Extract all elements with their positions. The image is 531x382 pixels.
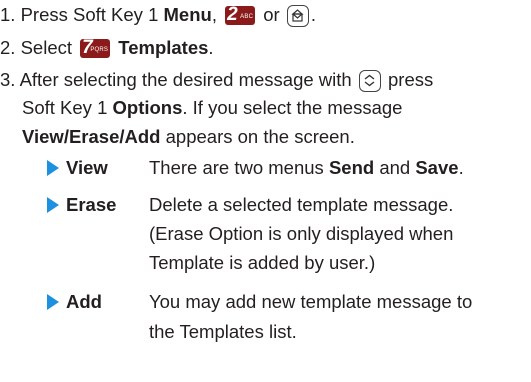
key-digit: 2 [227, 4, 238, 25]
step-1-comma: , [211, 4, 223, 25]
step-3-line-3-b: appears on the screen. [160, 126, 355, 147]
option-desc-erase-3: Template is added by user.) [149, 252, 376, 273]
step-2: 2. Select 7 PQRS Templates. [0, 36, 214, 60]
key-letters: ABC [240, 14, 254, 20]
option-term-erase: Erase [66, 194, 117, 215]
message-envelope-key-icon [286, 5, 309, 27]
bullet-arrow-icon [47, 197, 59, 213]
view-erase-add-label: View/Erase/Add [22, 126, 161, 147]
key-letters: PQRS [90, 47, 109, 53]
option-desc-erase-1: Delete a selected template message. [149, 194, 454, 215]
step-3-line-1: 3. After selecting the desired message w… [0, 68, 433, 92]
step-2-text-a: Select [20, 37, 78, 58]
option-term-add: Add [66, 291, 102, 312]
keypad-7-icon: 7 PQRS [80, 37, 111, 58]
step-3-line-2: Soft Key 1 Options. If you select the me… [22, 96, 402, 120]
step-3-number: 3. [0, 69, 16, 90]
step-1: 1. Press Soft Key 1 Menu, 2 ABC or . [0, 3, 316, 27]
keypad-2-icon: 2 ABC [225, 4, 256, 25]
step-1-number: 1. [0, 4, 16, 25]
step-1-text-a: Press Soft Key 1 [20, 4, 164, 25]
send-label: Send [328, 157, 375, 178]
bullet-arrow-icon [47, 160, 59, 176]
navigation-updown-key-icon [358, 70, 381, 92]
save-label: Save [415, 157, 459, 178]
view-desc-period: . [458, 157, 464, 178]
step-3-text-b: press [382, 69, 434, 90]
option-desc-add-2: the Templates list. [149, 321, 297, 342]
view-desc-and: and [374, 157, 416, 178]
templates-label: Templates [118, 37, 209, 58]
option-term-view: View [66, 157, 108, 178]
step-2-number: 2. [0, 37, 16, 58]
option-desc-view: There are two menus Send and Save. [149, 156, 464, 180]
bullet-arrow-icon [47, 294, 59, 310]
step-3-text-a: After selecting the desired message with [19, 69, 357, 90]
menu-label: Menu [163, 4, 212, 25]
option-desc-erase-2: (Erase Option is only displayed when [149, 223, 454, 244]
step-1-period: . [310, 4, 316, 25]
step-1-or: or [263, 4, 285, 25]
step-3-line-2-b: . If you select the message [182, 97, 403, 118]
view-desc-a: There are two menus [149, 157, 329, 178]
step-3-line-2-a: Soft Key 1 [22, 97, 113, 118]
option-desc-add-1: You may add new template message to [149, 291, 473, 312]
options-label: Options [112, 97, 183, 118]
step-3-line-3: View/Erase/Add appears on the screen. [22, 125, 355, 149]
step-2-period: . [208, 37, 214, 58]
